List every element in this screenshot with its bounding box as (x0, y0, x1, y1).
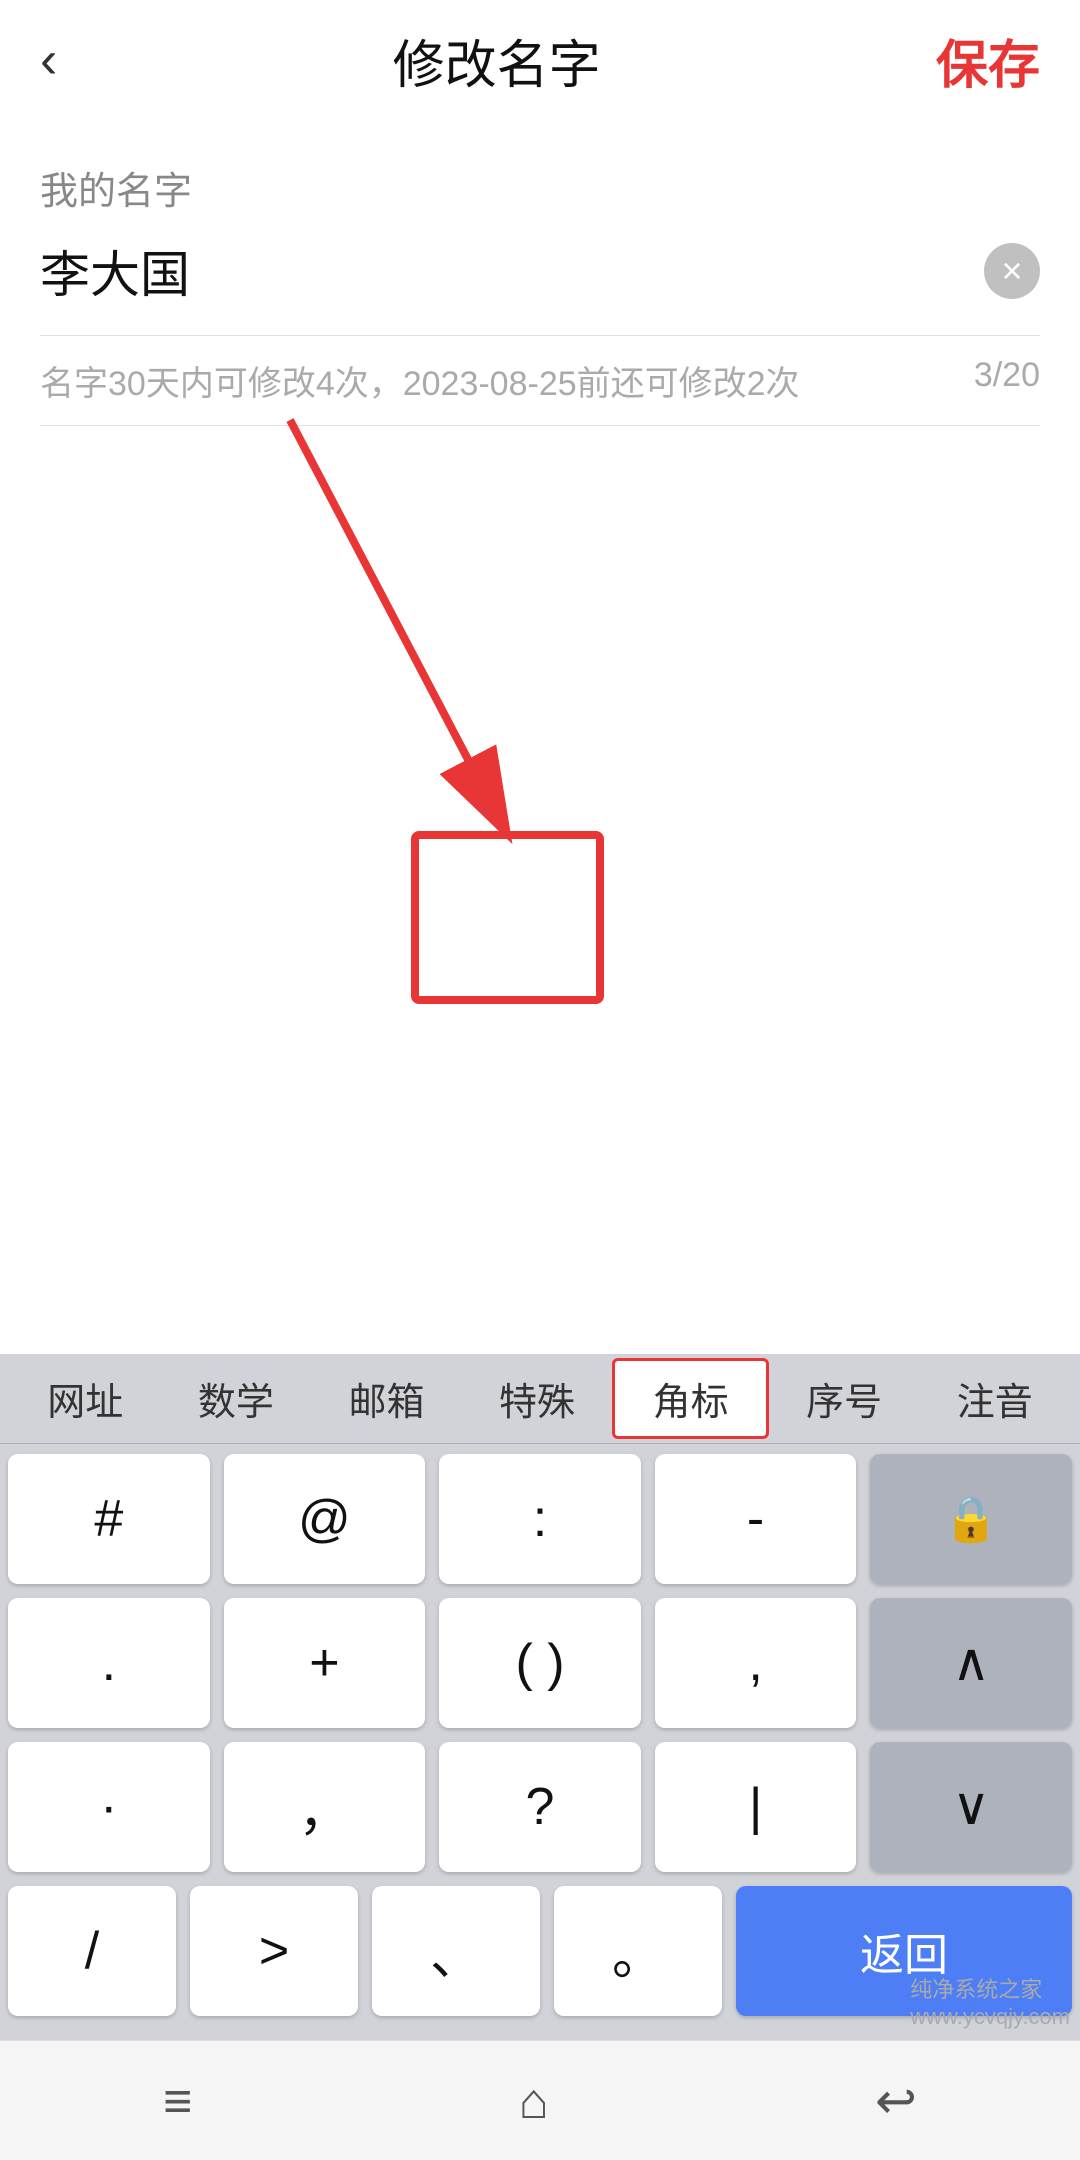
key-question[interactable]: ? (439, 1742, 641, 1872)
header: ‹ 修改名字 保存 (0, 0, 1080, 120)
key-at[interactable]: @ (224, 1454, 426, 1584)
close-icon: × (1001, 253, 1022, 289)
save-button[interactable]: 保存 (936, 23, 1040, 98)
key-plus[interactable]: + (224, 1598, 426, 1728)
clear-button[interactable]: × (984, 243, 1040, 299)
key-middle-dot[interactable]: · (8, 1742, 210, 1872)
key-cn-pause[interactable]: 、 (372, 1886, 540, 2016)
key-greater[interactable]: > (190, 1886, 358, 2016)
field-hint: 名字30天内可修改4次，2023-08-25前还可修改2次 3/20 (40, 356, 1040, 426)
key-row-1: # @ : - 🔒 (8, 1454, 1072, 1584)
hint-text: 名字30天内可修改4次，2023-08-25前还可修改2次 (40, 356, 800, 405)
topbar-item-zhuyin[interactable]: 注音 (919, 1361, 1070, 1436)
lock-icon: 🔒 (944, 1493, 999, 1545)
key-comma[interactable]: , (655, 1598, 857, 1728)
key-period[interactable]: . (8, 1598, 210, 1728)
topbar-item-url[interactable]: 网址 (10, 1361, 161, 1436)
key-parens[interactable]: ( ) (439, 1598, 641, 1728)
key-colon[interactable]: : (439, 1454, 641, 1584)
back-button[interactable]: ‹ (40, 30, 57, 90)
key-slash[interactable]: / (8, 1886, 176, 2016)
nav-bar: ≡ ⌂ ↩ (0, 2040, 1080, 2160)
key-up[interactable]: ∧ (870, 1598, 1072, 1728)
key-hash[interactable]: # (8, 1454, 210, 1584)
watermark: 纯净系统之家www.ycvqjy.com (910, 1972, 1070, 2030)
topbar-item-superscript[interactable]: 角标 (612, 1358, 769, 1439)
topbar-item-special[interactable]: 特殊 (462, 1361, 613, 1436)
page-title: 修改名字 (393, 23, 601, 98)
form-content: 我的名字 李大国 × 名字30天内可修改4次，2023-08-25前还可修改2次… (0, 120, 1080, 426)
keyboard-topbar: 网址 数学 邮箱 特殊 角标 序号 注音 (0, 1354, 1080, 1444)
key-row-3: · ， ? | ∨ (8, 1742, 1072, 1872)
field-label: 我的名字 (40, 160, 1040, 215)
key-lock[interactable]: 🔒 (870, 1454, 1072, 1584)
key-pipe[interactable]: | (655, 1742, 857, 1872)
topbar-item-ordinal[interactable]: 序号 (769, 1361, 920, 1436)
name-input[interactable]: 李大国 (40, 235, 984, 307)
annotation (0, 380, 1080, 1080)
field-row: 李大国 × (40, 235, 1040, 336)
char-count: 3/20 (974, 356, 1040, 405)
home-icon[interactable]: ⌂ (519, 2072, 549, 2130)
menu-icon[interactable]: ≡ (163, 2072, 192, 2130)
topbar-item-email[interactable]: 邮箱 (311, 1361, 462, 1436)
key-cn-comma[interactable]: ， (224, 1742, 426, 1872)
key-cn-period[interactable]: 。 (554, 1886, 722, 2016)
back-nav-icon[interactable]: ↩ (875, 2072, 917, 2130)
keyboard: 网址 数学 邮箱 特殊 角标 序号 注音 # @ : - 🔒 . + ( ) ,… (0, 1354, 1080, 2040)
keyboard-rows: # @ : - 🔒 . + ( ) , ∧ · ， ? | ∨ / > (0, 1444, 1080, 2040)
key-dash[interactable]: - (655, 1454, 857, 1584)
topbar-item-math[interactable]: 数学 (161, 1361, 312, 1436)
key-row-2: . + ( ) , ∧ (8, 1598, 1072, 1728)
key-down[interactable]: ∨ (870, 1742, 1072, 1872)
